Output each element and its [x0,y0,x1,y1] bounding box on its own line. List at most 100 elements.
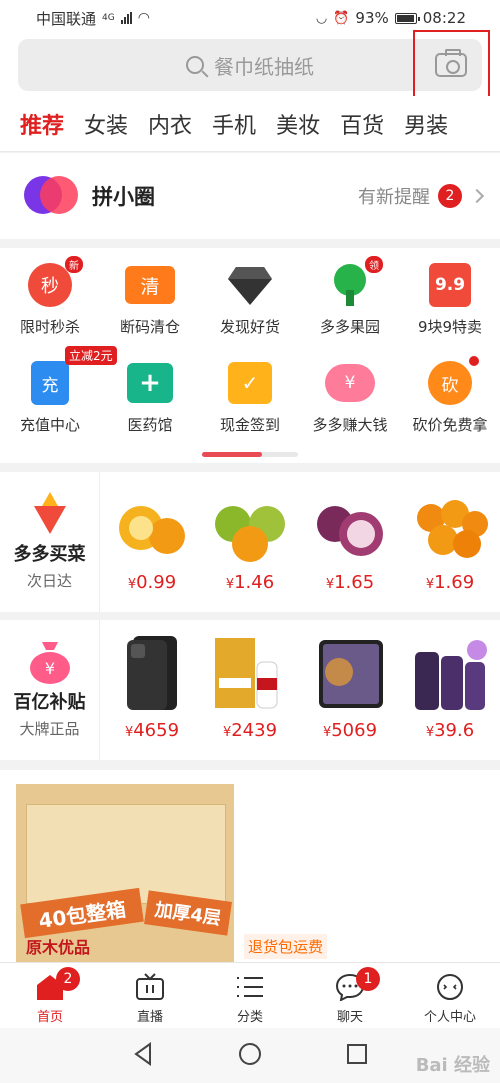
ad-brand: 原木优品 [26,938,91,957]
grocery-row[interactable]: 多多买菜 次日达 ¥0.99 ¥1.46 ¥1.65 ¥1.69 [0,472,500,612]
product-price: ¥1.69 [425,572,475,593]
home-badge: 2 [56,967,80,991]
product-card[interactable]: ¥1.46 [202,484,298,593]
recent-apps-icon[interactable] [346,1043,368,1069]
grid-page-indicator [202,452,298,457]
grocery-subtitle: 次日达 [26,572,72,590]
grid-item-label: 断码清仓 [119,318,180,336]
grid-item-checkin[interactable]: ✓ 现金签到 [200,360,300,435]
red-onion-image [309,484,391,566]
carrot-icon [28,490,72,536]
chevron-right-icon [469,188,485,204]
phone-recharge-icon: 充 立减2元 [25,346,117,406]
calendar-check-icon: ✓ [225,360,275,406]
product-price: ¥2439 [222,720,278,741]
lux-bodywash-image [409,632,491,714]
tab-underwear[interactable]: 内衣 [138,108,202,140]
grid-item-discover[interactable]: 发现好货 [200,262,300,337]
new-tag: 新 [65,256,83,273]
product-card[interactable]: ¥1.69 [402,484,498,593]
grid-item-earn-money[interactable]: ¥ 多多赚大钱 [300,360,400,435]
grid-item-clearance[interactable]: 清 断码清仓 [100,262,200,337]
battery-percent: 93% [355,9,389,27]
camera-icon[interactable] [435,49,467,77]
nav-profile[interactable]: 个人中心 [400,963,500,1028]
tissue-box-image: 40包整箱 加厚4层 原木优品 [16,784,234,962]
product-card[interactable]: ¥2439 [202,632,298,741]
network-type: 4G [102,13,115,23]
grid-item-pharmacy[interactable]: + 医药馆 [100,360,200,435]
grid-item-99-sale[interactable]: 9.9 9块9特卖 [400,262,500,337]
product-price: ¥1.65 [325,572,375,593]
diamond-icon [225,262,275,308]
tree-icon: 领 [325,256,383,308]
oranges-image [409,484,491,566]
app-screen: 中国联通 4G ◠ ◡ ⏰ 93% 08:22 餐巾纸抽纸 推荐 女装 内衣 手… [0,0,500,1083]
nav-live[interactable]: 直播 [100,963,200,1028]
grid-item-label: 砍价免费拿 [412,416,488,434]
grid-item-bargain[interactable]: 砍 砍价免费拿 [400,356,500,435]
list-icon [235,973,265,1001]
watermark: Bai 经验 [415,1055,490,1076]
product-price: ¥39.6 [425,720,475,741]
back-icon[interactable] [132,1041,154,1070]
nav-home[interactable]: 2 首页 [0,963,100,1028]
product-price: ¥1.46 [225,572,275,593]
reminder-count-badge: 2 [438,184,462,208]
nav-label: 首页 [36,1010,63,1025]
subsidy-header[interactable]: ¥ 百亿补贴 大牌正品 [0,620,100,760]
product-card[interactable]: ¥0.99 [104,484,200,593]
category-tabs: 推荐 女装 内衣 手机 美妆 百货 男装 [0,96,500,156]
grid-item-label: 9块9特卖 [417,318,483,336]
medical-kit-icon: + [125,360,175,406]
chat-badge: 1 [356,967,380,991]
grid-item-orchard[interactable]: 领 多多果园 [300,256,400,337]
product-card[interactable]: ¥39.6 [402,632,498,741]
product-card[interactable]: ¥1.65 [302,484,398,593]
grid-item-label: 现金签到 [219,416,280,434]
subsidy-title: 百亿补贴 [13,692,86,713]
profile-icon [435,973,465,1001]
nav-label: 个人中心 [423,1010,476,1025]
subsidy-row[interactable]: ¥ 百亿补贴 大牌正品 ¥4659 ¥2439 ¥5069 ¥39.6 [0,620,500,760]
search-placeholder: 餐巾纸抽纸 [214,54,314,79]
grid-item-label: 充值中心 [19,416,80,434]
system-nav-bar: Bai 经验 [0,1028,500,1083]
carrier-name: 中国联通 [36,9,97,28]
product-ad-card[interactable]: 40包整箱 加厚4层 原木优品 退货包运费 [0,770,500,962]
tab-beauty[interactable]: 美妆 [266,108,330,140]
piggy-bank-icon: ¥ [325,360,375,406]
tab-recommend[interactable]: 推荐 [0,108,74,156]
nav-label: 聊天 [336,1010,363,1025]
headphone-icon: ◡ [315,10,328,26]
nav-label: 分类 [236,1010,263,1025]
tab-phones[interactable]: 手机 [202,108,266,140]
nav-chat[interactable]: 1 聊天 [300,963,400,1028]
tab-mens[interactable]: 男装 [394,108,458,140]
grid-item-flash-sale[interactable]: 秒 新 限时秒杀 [0,256,100,337]
grid-item-recharge[interactable]: 充 立减2元 充值中心 [0,346,117,435]
feature-grid: 秒 新 限时秒杀 清 断码清仓 发现好货 领 多多果园 9.9 9块9特卖 充 … [0,248,500,463]
claim-tag: 领 [365,256,383,273]
home-button-icon[interactable] [238,1042,262,1070]
money-bag-icon: ¥ [28,638,72,684]
grid-item-label: 限时秒杀 [19,318,80,336]
tab-womens[interactable]: 女装 [74,108,138,140]
new-reminder-text: 有新提醒 [358,187,430,208]
alarm-clock-icon: 秒 新 [25,256,83,308]
notification-dot [469,356,479,366]
nav-category[interactable]: 分类 [200,963,300,1028]
product-price: ¥5069 [322,720,378,741]
grid-item-label: 多多果园 [319,318,380,336]
grocery-header[interactable]: 多多买菜 次日达 [0,472,100,612]
moutai-image [209,632,291,714]
product-card[interactable]: ¥4659 [104,632,200,741]
signal-icon [120,12,132,24]
bargain-coin-icon: 砍 [425,356,479,406]
subsidy-subtitle: 大牌正品 [19,720,80,738]
pinxiaoquan-bar[interactable]: 拼小圈 有新提醒 2 [0,153,500,239]
product-card[interactable]: ¥5069 [302,632,398,741]
tab-general[interactable]: 百货 [330,108,394,140]
ipad-image [309,632,391,714]
tag-99-icon: 9.9 [425,262,475,308]
